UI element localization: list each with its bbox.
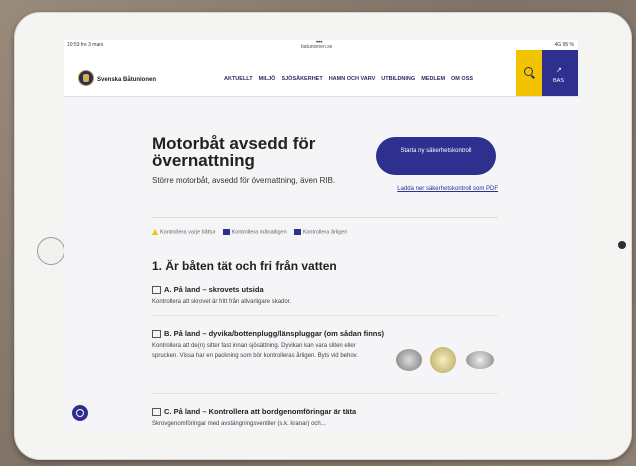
- section-title: 1. Är båten tät och fri från vatten: [152, 259, 337, 273]
- home-button[interactable]: [37, 237, 65, 265]
- camera-icon: [618, 241, 626, 249]
- nav-item-miljo[interactable]: MILJÖ: [259, 76, 276, 82]
- download-pdf-link[interactable]: Ladda ner säkerhetskontroll som PDF: [386, 185, 498, 194]
- drain-plug-image: [466, 351, 494, 369]
- divider: [152, 393, 498, 394]
- checklist-item: A. På land – skrovets utsida Kontrollera…: [152, 285, 292, 306]
- calendar-icon: [152, 330, 161, 339]
- divider: [152, 315, 498, 316]
- divider: [152, 217, 498, 218]
- checklist-item: C. På land – Kontrollera att bordgenomfö…: [152, 407, 357, 428]
- page-title: Motorbåt avsedd för övernattning: [152, 134, 316, 170]
- status-bar: 10:53 fre 3 mars ••• batunionen.se 4G 95…: [64, 40, 578, 50]
- logo-icon[interactable]: [78, 70, 94, 86]
- search-button[interactable]: [516, 50, 542, 96]
- nav-item-om-oss[interactable]: OM OSS: [451, 76, 473, 82]
- calendar-icon: [152, 408, 161, 417]
- nav-item-sjosakerhet[interactable]: SJÖSÄKERHET: [281, 76, 322, 82]
- bas-label: BAS: [553, 78, 565, 84]
- frequency-legend: Kontrollera varje båttur Kontrollera mån…: [152, 229, 347, 235]
- start-inspection-button[interactable]: Starta ny säkerhetskontroll: [376, 137, 496, 175]
- tablet-screen: 10:53 fre 3 mars ••• batunionen.se 4G 95…: [64, 40, 578, 432]
- battery-status: 4G 95 %: [554, 42, 574, 48]
- main-nav: AKTUELLT MILJÖ SJÖSÄKERHET HAMN OCH VARV…: [224, 76, 473, 82]
- brand-name[interactable]: Svenska Båtunionen: [97, 77, 156, 83]
- bas-login-button[interactable]: ↗ BAS: [542, 50, 578, 96]
- drain-plug-images: [394, 345, 500, 375]
- drain-plug-image: [430, 347, 456, 373]
- calendar-icon: [152, 286, 161, 295]
- calendar-icon: [222, 229, 230, 235]
- accessibility-icon: [76, 409, 84, 417]
- legend-yearly: Kontrollera årligen: [293, 229, 347, 235]
- warning-icon: [152, 229, 158, 235]
- nav-item-utbildning[interactable]: UTBILDNING: [381, 76, 415, 82]
- nav-item-aktuellt[interactable]: AKTUELLT: [224, 76, 253, 82]
- accessibility-button[interactable]: [72, 405, 88, 421]
- main-content: Motorbåt avsedd för övernattning Större …: [64, 97, 578, 432]
- nav-item-hamn-och-varv[interactable]: HAMN OCH VARV: [329, 76, 376, 82]
- calendar-year-icon: [293, 229, 301, 235]
- status-time: 10:53 fre 3 mars: [67, 42, 104, 48]
- drain-plug-image: [396, 349, 422, 371]
- legend-every-trip: Kontrollera varje båttur: [152, 229, 216, 235]
- legend-monthly: Kontrollera månatligen: [222, 229, 287, 235]
- external-link-icon: ↗: [556, 67, 562, 74]
- page-subtitle: Större motorbåt, avsedd för övernattning…: [152, 176, 336, 185]
- site-header: Svenska Båtunionen AKTUELLT MILJÖ SJÖSÄK…: [64, 50, 578, 97]
- nav-item-medlem[interactable]: MEDLEM: [421, 76, 445, 82]
